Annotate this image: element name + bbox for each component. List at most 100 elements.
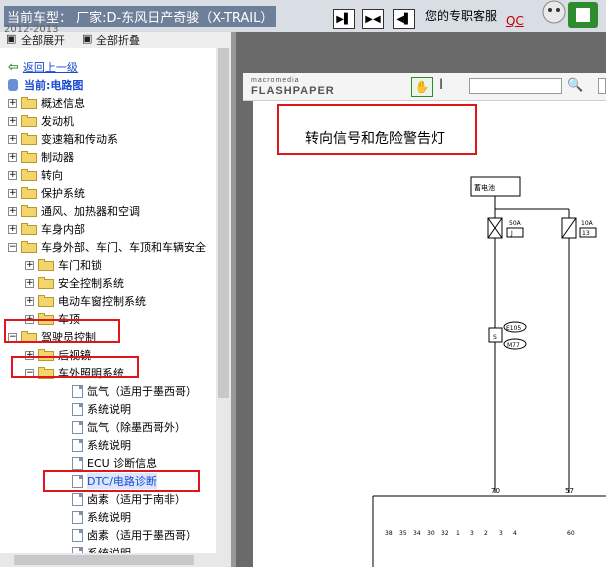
tree-item-label: 电动车窗控制系统 [58, 295, 146, 308]
pin-number: 3 [470, 530, 474, 537]
tree-folder-item[interactable]: + 车门和锁 [25, 256, 102, 274]
tree-folder-item[interactable]: − 车身外部、车门、车顶和车辆安全 [8, 238, 206, 256]
expand-icon[interactable]: + [8, 188, 17, 198]
collapse-icon[interactable]: − [8, 242, 17, 252]
tree-toolbar: ▣ 全部展开 ▣ 全部折叠 [0, 32, 231, 48]
tree-folder-item[interactable]: + 概述信息 [8, 94, 85, 112]
tree-item-label: 系统说明 [87, 545, 131, 553]
brand-top: macromedia [251, 77, 300, 84]
pin-number: 38 [385, 530, 393, 537]
tree-item-label: 变速箱和传动系 [41, 133, 118, 146]
hand-icon: ✋ [414, 80, 430, 94]
tree-folder-item[interactable]: + 保护系统 [8, 184, 85, 202]
tree-item-label: 系统说明 [87, 511, 131, 524]
fuse2-rating: 10A [581, 220, 594, 227]
back-link[interactable]: 返回上一级 [23, 59, 78, 75]
nav-first-button[interactable]: ▶▌ [333, 9, 355, 29]
expand-icon[interactable]: + [25, 278, 34, 288]
tree-folder-item[interactable]: + 安全控制系统 [25, 274, 124, 292]
expand-icon[interactable]: + [8, 206, 17, 216]
expand-icon[interactable]: + [8, 152, 17, 162]
flashpaper-logo: macromedia FLASHPAPER [251, 77, 335, 97]
mascot-icon [542, 0, 598, 28]
folder-icon [21, 205, 37, 217]
tree-item-label: 系统说明 [87, 403, 131, 416]
text-select-icon[interactable]: I [439, 77, 443, 93]
tree-item-label: 发动机 [41, 115, 74, 128]
wiring-diagram: 蓄电池 50A J 10A 13 S E105 M77 70 57 38 35 34… [372, 176, 606, 567]
highlight-driver-controls [4, 319, 120, 343]
tree-item-label: 车身内部 [41, 223, 85, 236]
folder-icon [21, 133, 37, 145]
tree-doc-item[interactable]: 系统说明 [72, 544, 131, 553]
tree-doc-item[interactable]: 卤素（适用于墨西哥） [72, 526, 197, 544]
folder-icon [21, 115, 37, 127]
highlight-exterior-lighting [11, 356, 139, 378]
back-link-row[interactable]: ⇦ 返回上一级 [8, 58, 78, 76]
pin-number: 2 [484, 530, 488, 537]
document-icon [72, 438, 83, 452]
tree-item-label: 通风、加热器和空调 [41, 205, 140, 218]
search-icon[interactable]: 🔍 [567, 78, 583, 93]
current-location-row: 当前:电路图 [8, 76, 83, 94]
folder-icon [21, 151, 37, 163]
toolbar-more-button[interactable] [598, 78, 606, 94]
pin-number: 4 [513, 530, 517, 537]
tree-doc-item[interactable]: 系统说明 [72, 400, 131, 418]
tree-item-label: 系统说明 [87, 439, 131, 452]
nav-fit-button[interactable]: ▶◀ [362, 9, 384, 29]
tree-folder-item[interactable]: + 制动器 [8, 148, 74, 166]
search-input[interactable] [469, 78, 562, 94]
tree-item-label: ECU 诊断信息 [87, 457, 158, 470]
document-icon [72, 510, 83, 524]
expand-icon[interactable]: + [25, 296, 34, 306]
connector-m-label: M77 [507, 342, 520, 349]
tree-item-label: 转向 [41, 169, 63, 182]
collapse-all-button[interactable]: 全部折叠 [96, 32, 140, 48]
expand-icon[interactable]: + [8, 224, 17, 234]
expand-icon[interactable]: + [8, 98, 17, 108]
tree-item-label: 车身外部、车门、车顶和车辆安全 [41, 241, 206, 254]
tree-horizontal-thumb[interactable] [14, 555, 194, 565]
pin-number: 34 [413, 530, 421, 537]
tree-doc-item[interactable]: 氙气（适用于墨西哥） [72, 382, 197, 400]
tree-doc-item[interactable]: 卤素（适用于南非） [72, 490, 186, 508]
database-icon [8, 79, 18, 91]
tree-vertical-thumb[interactable] [218, 48, 229, 398]
terminal-57: 57 [565, 487, 574, 495]
tree-item-label: 氙气（除墨西哥外） [87, 421, 186, 434]
tree-folder-item[interactable]: + 车身内部 [8, 220, 85, 238]
nav-fit-icon: ▶◀ [365, 13, 381, 25]
pin-number: 3 [499, 530, 503, 537]
tree-folder-item[interactable]: + 通风、加热器和空调 [8, 202, 140, 220]
document-icon [72, 384, 83, 398]
tree-doc-item[interactable]: 氙气（除墨西哥外） [72, 418, 186, 436]
nav-last-button[interactable]: ◀▌ [393, 9, 415, 29]
tree-doc-item[interactable]: 系统说明 [72, 508, 131, 526]
tree-item-label: 保护系统 [41, 187, 85, 200]
document-icon [72, 492, 83, 506]
expand-icon[interactable]: + [8, 116, 17, 126]
pin-number: 32 [441, 530, 449, 537]
folder-icon [21, 97, 37, 109]
back-arrow-icon: ⇦ [8, 59, 19, 75]
folder-icon [21, 187, 37, 199]
tree-folder-item[interactable]: + 变速箱和传动系 [8, 130, 118, 148]
document-icon [72, 456, 83, 470]
expand-icon[interactable]: + [8, 134, 17, 144]
tree-folder-item[interactable]: + 转向 [8, 166, 63, 184]
nav-first-icon: ▶▌ [336, 13, 352, 25]
tree-doc-item[interactable]: 系统说明 [72, 436, 131, 454]
tree-horizontal-scrollbar[interactable] [0, 553, 231, 567]
tree-folder-item[interactable]: + 电动车窗控制系统 [25, 292, 146, 310]
hand-tool-button[interactable]: ✋ [411, 77, 433, 97]
qc-link[interactable]: QC [506, 14, 524, 28]
tree-vertical-scrollbar[interactable] [216, 48, 231, 553]
folder-icon [21, 241, 37, 253]
tree-folder-item[interactable]: + 发动机 [8, 112, 74, 130]
expand-all-button[interactable]: 全部展开 [21, 32, 65, 48]
top-bar: 当前车型： 厂家:D-东风日产奇骏（X-TRAIL） 2012-2013 ▶▌ … [0, 0, 606, 35]
folder-icon [21, 169, 37, 181]
expand-icon[interactable]: + [8, 170, 17, 180]
expand-icon[interactable]: + [25, 260, 34, 270]
